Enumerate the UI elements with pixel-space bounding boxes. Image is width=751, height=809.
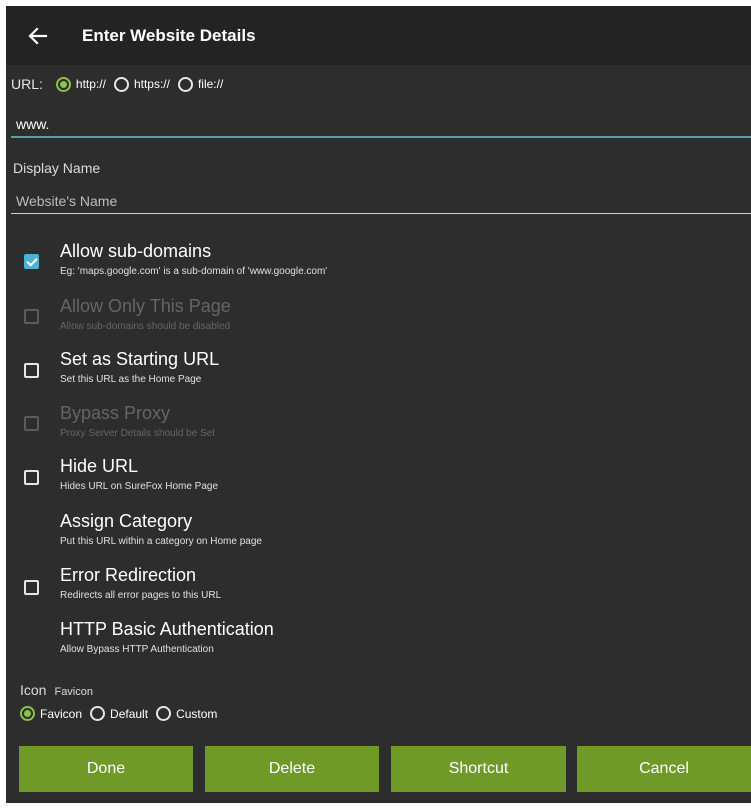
option-title: HTTP Basic Authentication: [60, 619, 274, 639]
icon-favicon-label: Favicon: [40, 706, 83, 721]
protocol-http-label: http://: [75, 77, 106, 91]
checkbox-icon[interactable]: [24, 580, 39, 595]
icon-section-header: Icon Favicon: [20, 682, 93, 698]
icon-label: Icon: [20, 682, 47, 698]
icon-radio-group: Favicon Default Custom: [20, 706, 225, 721]
radio-unselected-icon: [113, 76, 129, 92]
back-button[interactable]: [6, 6, 70, 65]
option-title: Allow sub-domains: [60, 241, 212, 261]
option-subtitle: Allow sub-domains should be disabled: [60, 321, 231, 332]
delete-button[interactable]: Delete: [205, 746, 379, 792]
checkbox-checked-icon[interactable]: [24, 254, 39, 269]
icon-current-value: Favicon: [54, 686, 93, 698]
icon-radio-favicon[interactable]: Favicon: [20, 706, 90, 721]
checkbox-icon[interactable]: [24, 470, 39, 485]
url-label: URL:: [11, 76, 43, 92]
option-title: Hide URL: [60, 456, 139, 476]
protocol-https-label: https://: [133, 77, 170, 91]
option-set-starting-url[interactable]: Set as Starting URL Set this URL as the …: [6, 349, 751, 395]
option-subtitle: Allow Bypass HTTP Authentication: [60, 644, 214, 655]
radio-selected-icon: [20, 706, 35, 721]
icon-custom-label: Custom: [176, 706, 218, 721]
option-subtitle: Redirects all error pages to this URL: [60, 590, 222, 601]
icon-radio-custom[interactable]: Custom: [156, 706, 225, 721]
radio-unselected-icon: [177, 76, 193, 92]
done-button[interactable]: Done: [19, 746, 193, 792]
icon-radio-default[interactable]: Default: [90, 706, 156, 721]
option-title: Allow Only This Page: [60, 296, 231, 316]
option-title: Bypass Proxy: [60, 403, 171, 423]
option-bypass-proxy: Bypass Proxy Proxy Server Details should…: [6, 403, 751, 449]
option-subtitle: Hides URL on SureFox Home Page: [60, 481, 219, 492]
option-hide-url[interactable]: Hide URL Hides URL on SureFox Home Page: [6, 456, 751, 502]
display-name-input[interactable]: [11, 188, 751, 214]
display-name-label: Display Name: [13, 160, 101, 176]
option-subtitle: Proxy Server Details should be Set: [60, 428, 216, 439]
checkbox-icon[interactable]: [24, 363, 39, 378]
url-input[interactable]: [11, 112, 751, 138]
option-subtitle: Eg: 'maps.google.com' is a sub-domain of…: [60, 266, 328, 277]
radio-unselected-icon: [156, 706, 172, 721]
url-protocol-row: URL: http:// https:// file://: [11, 76, 231, 92]
radio-unselected-icon: [90, 706, 106, 721]
protocol-radio-file[interactable]: file://: [177, 76, 231, 92]
protocol-radio-https[interactable]: https://: [113, 76, 178, 92]
checkbox-disabled-icon: [24, 309, 39, 324]
option-subtitle: Put this URL within a category on Home p…: [60, 536, 262, 547]
option-http-basic-auth[interactable]: HTTP Basic Authentication Allow Bypass H…: [6, 619, 751, 665]
radio-selected-icon: [55, 76, 71, 92]
option-error-redirection[interactable]: Error Redirection Redirects all error pa…: [6, 565, 751, 611]
option-subtitle: Set this URL as the Home Page: [60, 374, 202, 385]
checkbox-disabled-icon: [24, 416, 39, 431]
app-screen: Enter Website Details URL: http:// https…: [6, 6, 751, 803]
option-allow-subdomains[interactable]: Allow sub-domains Eg: 'maps.google.com' …: [6, 241, 751, 287]
option-allow-only-this-page: Allow Only This Page Allow sub-domains s…: [6, 296, 751, 342]
option-title: Assign Category: [60, 511, 193, 531]
icon-default-label: Default: [110, 706, 149, 721]
shortcut-button[interactable]: Shortcut: [391, 746, 566, 792]
cancel-button[interactable]: Cancel: [577, 746, 751, 792]
page-title: Enter Website Details: [82, 25, 256, 45]
option-title: Set as Starting URL: [60, 349, 220, 369]
option-assign-category[interactable]: Assign Category Put this URL within a ca…: [6, 511, 751, 557]
option-title: Error Redirection: [60, 565, 197, 585]
arrow-left-icon: [28, 26, 48, 45]
protocol-file-label: file://: [197, 77, 224, 91]
app-bar: Enter Website Details: [6, 6, 751, 65]
protocol-radio-http[interactable]: http://: [55, 76, 114, 92]
